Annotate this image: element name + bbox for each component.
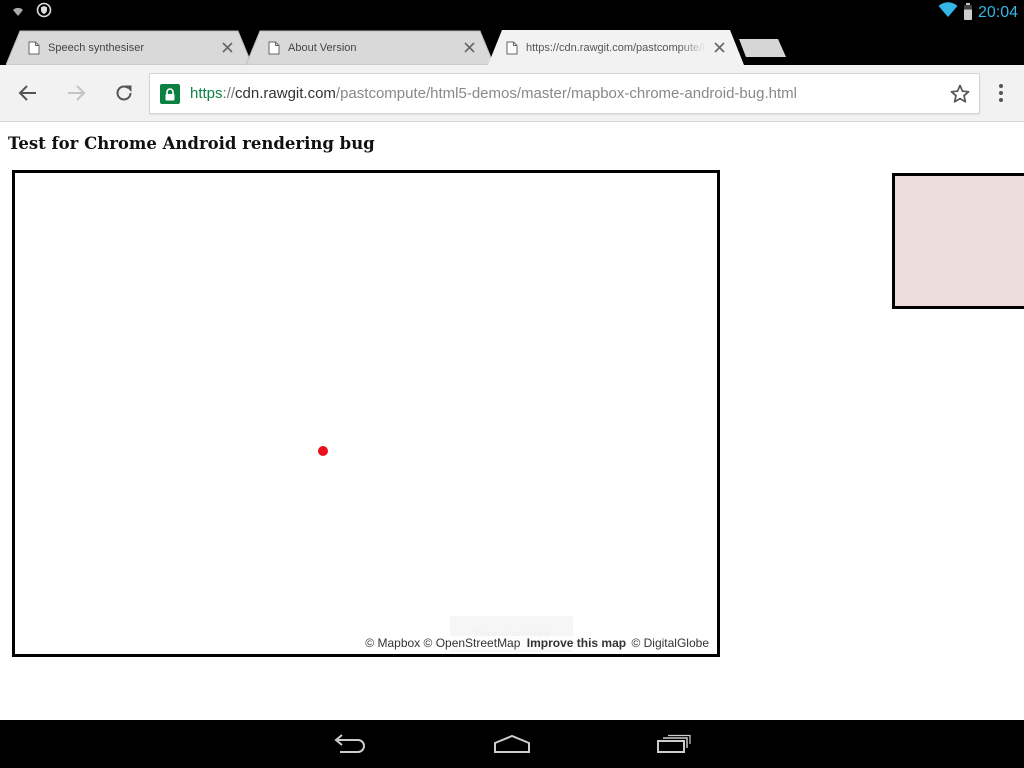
url-host: cdn.rawgit.com xyxy=(235,85,336,102)
new-tab-icon xyxy=(739,39,786,57)
status-right-icons: 20:04 xyxy=(938,2,1018,23)
side-test-box xyxy=(892,173,1024,309)
close-tab-icon[interactable] xyxy=(462,41,476,55)
tab-title: https://cdn.rawgit.com/pastcompute/html5… xyxy=(526,41,706,54)
url-text[interactable]: https://cdn.rawgit.com/pastcompute/html5… xyxy=(190,74,797,113)
battery-icon xyxy=(963,3,972,20)
wifi-small-icon xyxy=(12,4,24,22)
attribution-osm-link[interactable]: © OpenStreetMap xyxy=(424,636,521,650)
tab-title: About Version xyxy=(288,41,357,54)
status-time: 20:04 xyxy=(977,3,1018,21)
forward-icon xyxy=(68,85,86,101)
wifi-icon xyxy=(938,2,958,23)
tab-content: Speech synthesiser xyxy=(28,30,234,65)
map-container[interactable]: Take snapshot © Mapbox © OpenStreetMap I… xyxy=(12,170,720,657)
back-button[interactable] xyxy=(14,79,42,107)
status-bar: 20:04 xyxy=(0,0,1024,25)
web-page: Test for Chrome Android rendering bug Ta… xyxy=(0,122,1024,720)
forward-button[interactable] xyxy=(62,79,90,107)
tab-content: https://cdn.rawgit.com/pastcompute/html5… xyxy=(506,30,726,65)
url-separator: :// xyxy=(222,85,236,102)
tab-strip: Speech synthesiser About Version https:/… xyxy=(0,25,1024,65)
back-icon xyxy=(18,85,36,101)
reload-icon xyxy=(116,85,132,101)
map-marker[interactable] xyxy=(318,446,328,456)
omnibox[interactable]: https://cdn.rawgit.com/pastcompute/html5… xyxy=(149,73,980,114)
nav-home-button[interactable] xyxy=(492,730,532,758)
improve-map-link[interactable]: Improve this map xyxy=(527,636,626,650)
tab-active-mapbox-bug[interactable]: https://cdn.rawgit.com/pastcompute/html5… xyxy=(488,30,744,65)
star-icon xyxy=(950,84,970,103)
page-icon xyxy=(506,41,518,54)
menu-button[interactable] xyxy=(987,79,1015,107)
shield-notification-icon xyxy=(36,2,52,23)
tab-title: Speech synthesiser xyxy=(48,41,144,54)
attribution-digitalglobe-link[interactable]: © DigitalGlobe xyxy=(631,636,709,650)
android-nav-bar xyxy=(0,720,1024,768)
home-nav-icon xyxy=(494,734,530,753)
menu-icon xyxy=(999,84,1003,102)
browser-toolbar: https://cdn.rawgit.com/pastcompute/html5… xyxy=(0,65,1024,122)
lock-icon[interactable] xyxy=(160,84,180,104)
new-tab-button[interactable] xyxy=(738,38,788,63)
tab-about-version[interactable]: About Version xyxy=(246,30,494,65)
page-icon xyxy=(28,41,40,54)
back-nav-icon xyxy=(334,734,365,753)
url-scheme: https xyxy=(190,85,223,102)
map-attribution: © Mapbox © OpenStreetMap Improve this ma… xyxy=(363,636,711,650)
reload-button[interactable] xyxy=(110,79,138,107)
bookmark-star-button[interactable] xyxy=(949,83,971,105)
recents-nav-icon xyxy=(657,734,691,753)
status-left-icons xyxy=(12,2,52,23)
tab-speech-synthesiser[interactable]: Speech synthesiser xyxy=(6,30,252,65)
nav-recents-button[interactable] xyxy=(654,730,694,758)
page-heading: Test for Chrome Android rendering bug xyxy=(8,134,375,153)
page-icon xyxy=(268,41,280,54)
close-tab-icon[interactable] xyxy=(220,41,234,55)
close-tab-icon[interactable] xyxy=(712,41,726,55)
tab-content: About Version xyxy=(268,30,476,65)
nav-back-button[interactable] xyxy=(330,730,370,758)
attribution-mapbox-link[interactable]: © Mapbox xyxy=(365,636,420,650)
url-path: /pastcompute/html5-demos/master/mapbox-c… xyxy=(335,85,797,102)
